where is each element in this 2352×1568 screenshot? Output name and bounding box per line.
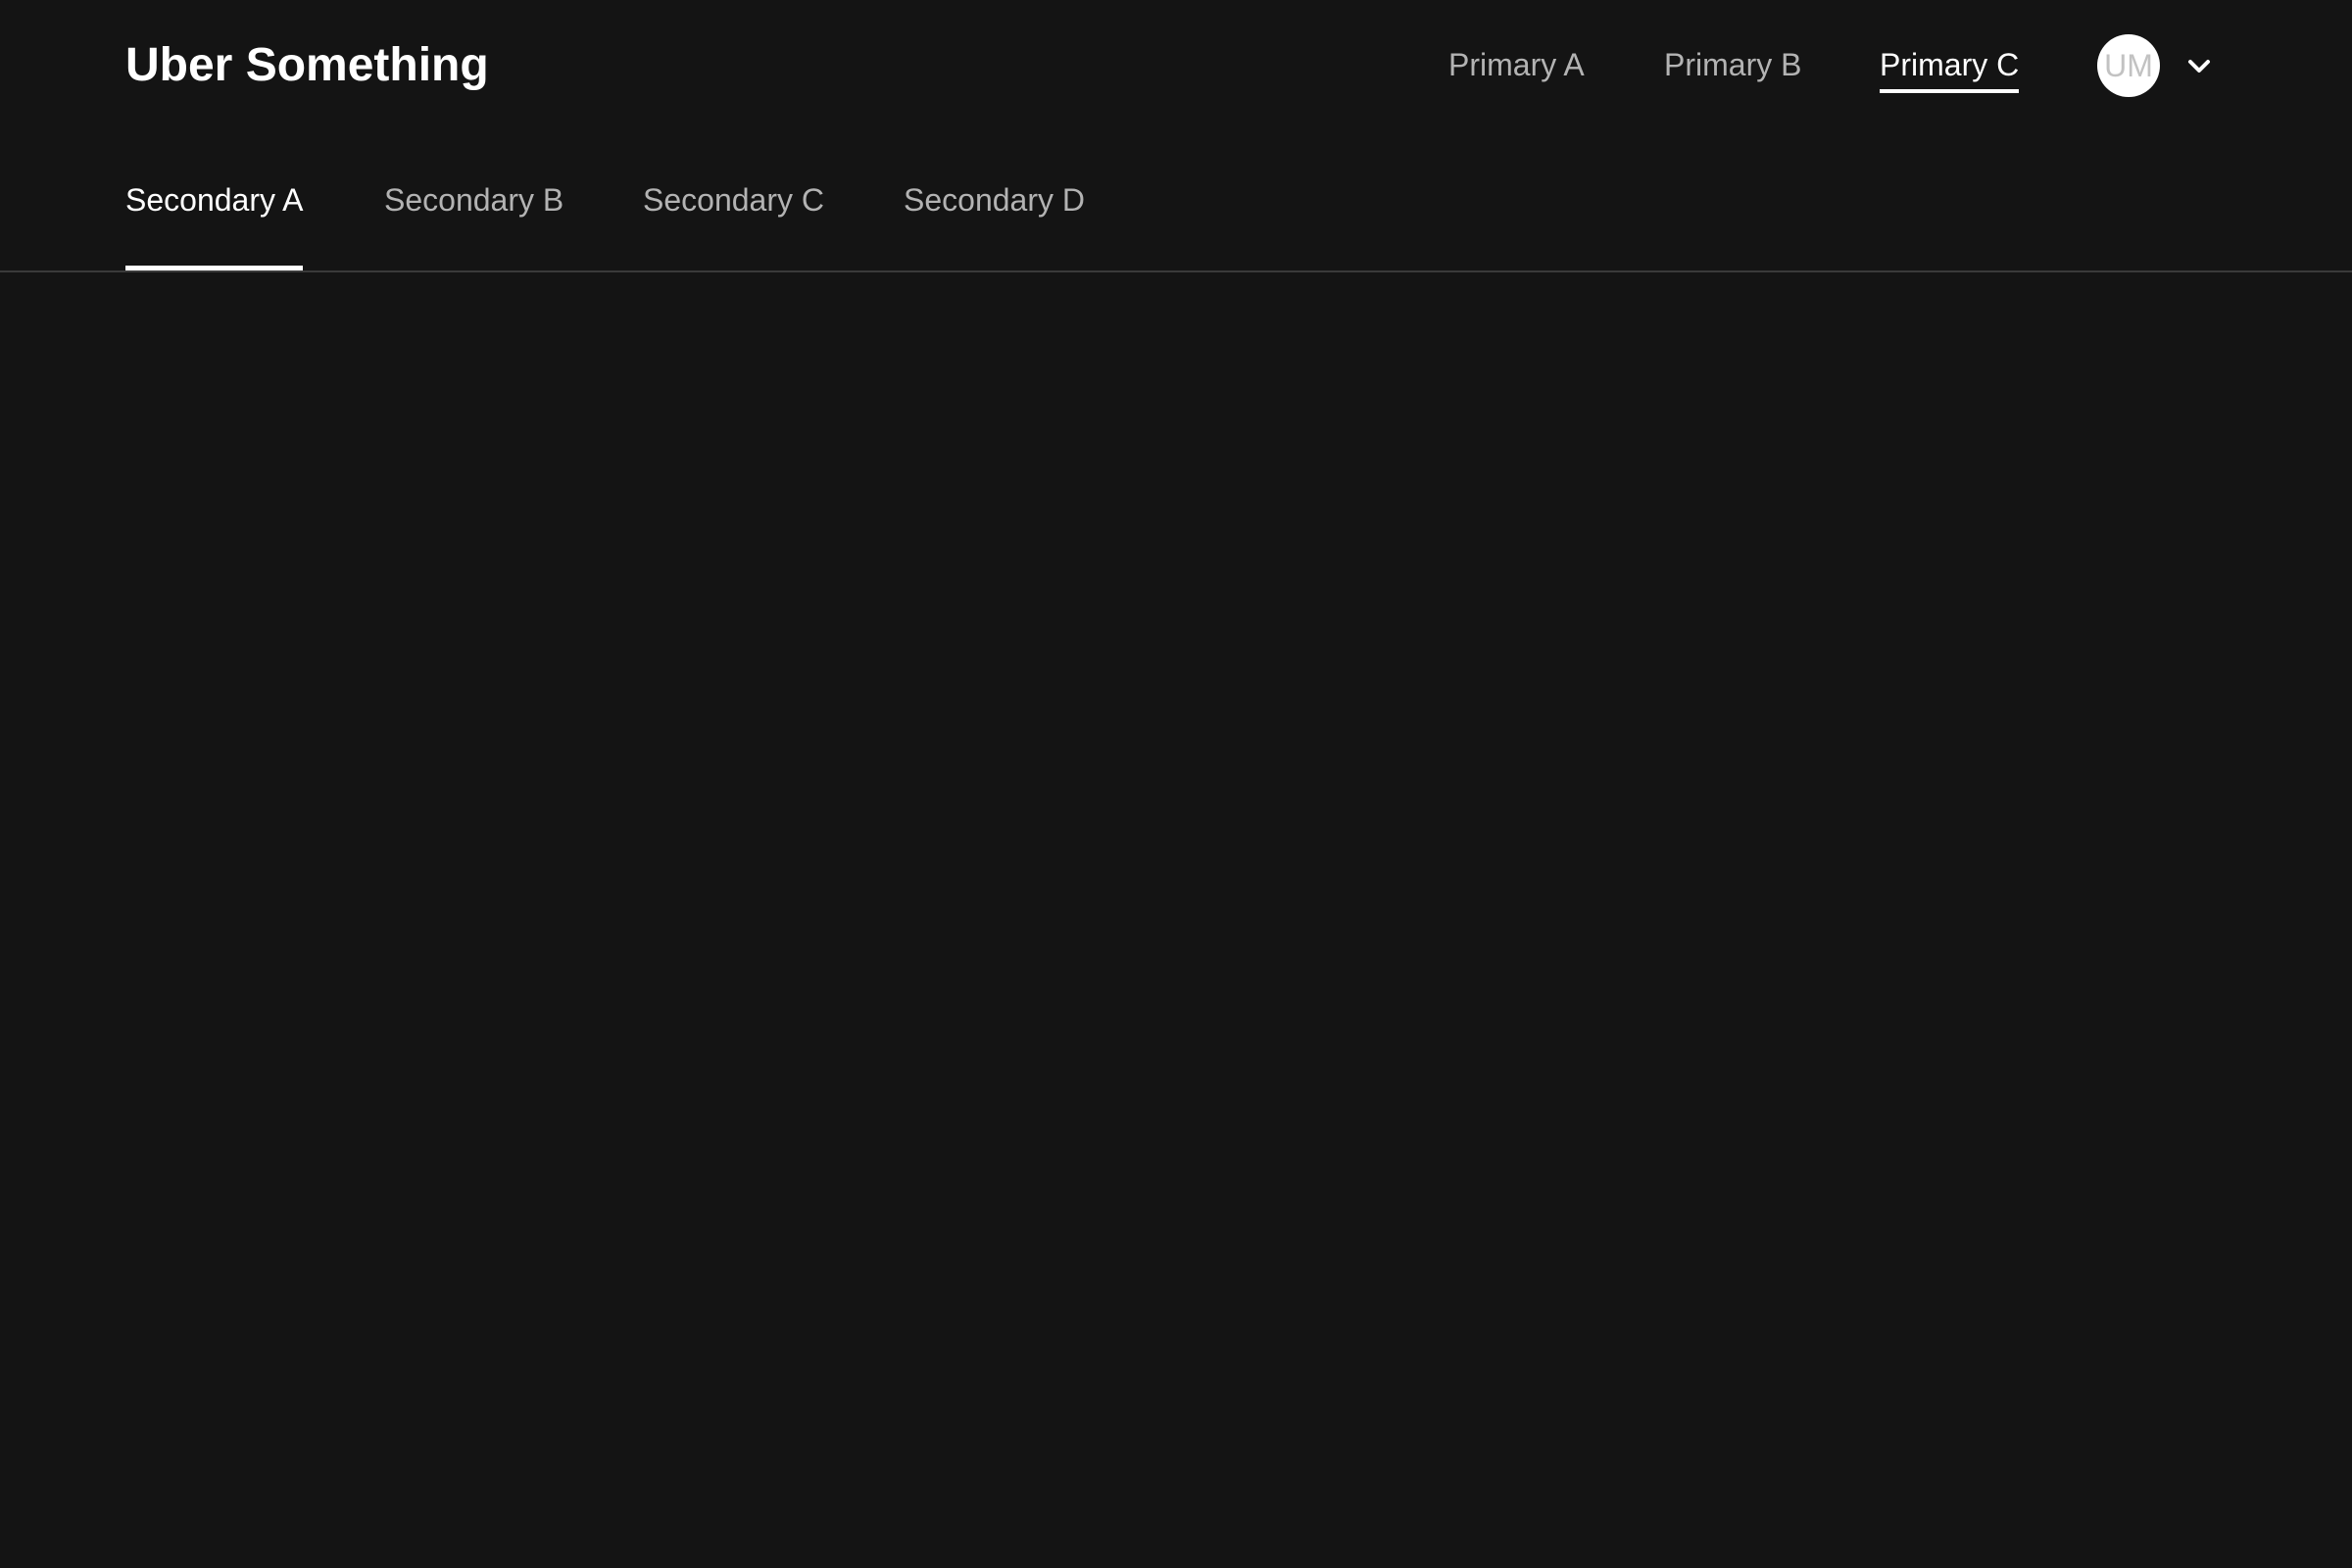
- app-window: Uber Something Primary A Primary B Prima…: [0, 0, 2352, 1568]
- tab-secondary-a[interactable]: Secondary A: [125, 178, 304, 270]
- primary-nav-label: Primary A: [1448, 47, 1585, 82]
- main-content: [0, 272, 2352, 1568]
- top-bar: Uber Something Primary A Primary B Prima…: [0, 0, 2352, 131]
- active-tab-indicator: [125, 266, 304, 270]
- chevron-down-icon[interactable]: [2183, 51, 2215, 82]
- tab-label: Secondary A: [125, 182, 304, 218]
- primary-nav-label: Primary C: [1880, 47, 2020, 82]
- primary-nav-item-a[interactable]: Primary A: [1448, 43, 1585, 86]
- primary-nav-item-c[interactable]: Primary C: [1880, 43, 2020, 93]
- active-indicator: [1880, 89, 2020, 93]
- primary-nav-label: Primary B: [1664, 47, 1802, 82]
- tab-secondary-b[interactable]: Secondary B: [384, 178, 564, 221]
- avatar[interactable]: UM: [2097, 34, 2160, 97]
- tab-label: Secondary B: [384, 182, 564, 218]
- app-title: Uber Something: [125, 39, 489, 91]
- secondary-nav: Secondary A Secondary B Secondary C Seco…: [0, 131, 2352, 272]
- tab-secondary-c[interactable]: Secondary C: [643, 178, 824, 221]
- tab-label: Secondary C: [643, 182, 824, 218]
- tab-label: Secondary D: [904, 182, 1085, 218]
- primary-nav-item-b[interactable]: Primary B: [1664, 43, 1801, 86]
- tab-secondary-d[interactable]: Secondary D: [904, 178, 1085, 221]
